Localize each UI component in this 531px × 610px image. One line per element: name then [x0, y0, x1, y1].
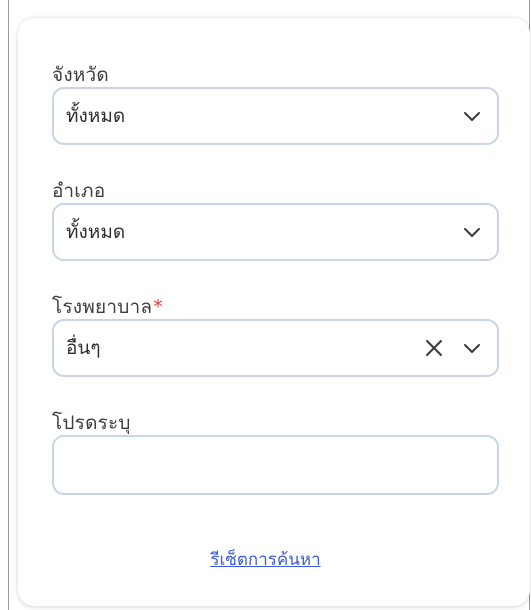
page: จังหวัด ทั้งหมด อำเภอ ทั้งหมด โรงพยาบาล*…: [0, 0, 531, 610]
specify-label: โปรดระบุ: [52, 412, 131, 434]
hospital-label: โรงพยาบาล*: [52, 292, 163, 322]
hospital-select[interactable]: อื่นๆ: [52, 319, 499, 377]
province-select-value: ทั้งหมด: [66, 105, 126, 127]
chevron-down-icon[interactable]: [461, 221, 483, 243]
district-label: อำเภอ: [52, 180, 106, 202]
province-label: จังหวัด: [52, 64, 109, 86]
district-select-value: ทั้งหมด: [66, 221, 126, 243]
required-mark: *: [153, 296, 163, 318]
hospital-label-text: โรงพยาบาล: [52, 296, 153, 318]
chevron-down-icon[interactable]: [461, 105, 483, 127]
province-select[interactable]: ทั้งหมด: [52, 87, 499, 145]
reset-search-link[interactable]: รีเซ็ตการค้นหา: [0, 546, 531, 573]
district-select[interactable]: ทั้งหมด: [52, 203, 499, 261]
hospital-select-value: อื่นๆ: [66, 337, 101, 359]
specify-input[interactable]: [52, 435, 499, 495]
chevron-down-icon[interactable]: [461, 337, 483, 359]
close-icon[interactable]: [423, 337, 445, 359]
